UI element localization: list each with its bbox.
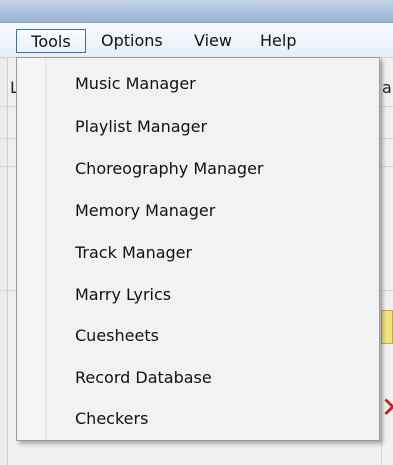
menu-options[interactable]: Options [101,29,163,53]
menu-item-playlist-manager[interactable]: Playlist Manager [75,113,207,141]
menu-item-music-manager[interactable]: Music Manager [75,70,196,98]
menu-view[interactable]: View [194,29,232,53]
menu-item-choreography-manager[interactable]: Choreography Manager [75,155,263,183]
menu-icon-gutter [17,58,46,440]
menu-item-track-manager[interactable]: Track Manager [75,239,192,267]
window-title-bar [0,0,393,23]
menu-item-memory-manager[interactable]: Memory Manager [75,197,215,225]
menu-bar: Tools Options View Help [0,23,393,58]
tools-dropdown-menu: Music Manager Playlist Manager Choreogra… [16,57,380,441]
background-yellow-control [381,310,393,344]
menu-item-record-database[interactable]: Record Database [75,364,212,392]
menu-tools[interactable]: Tools [16,29,86,53]
background-left-panel [0,58,8,465]
menu-item-checkers[interactable]: Checkers [75,405,148,433]
menu-item-cuesheets[interactable]: Cuesheets [75,322,159,350]
background-partial-right-label: ar [382,78,393,97]
menu-help[interactable]: Help [260,29,296,53]
menu-item-marry-lyrics[interactable]: Marry Lyrics [75,281,171,309]
close-icon: ✕ [381,391,393,424]
